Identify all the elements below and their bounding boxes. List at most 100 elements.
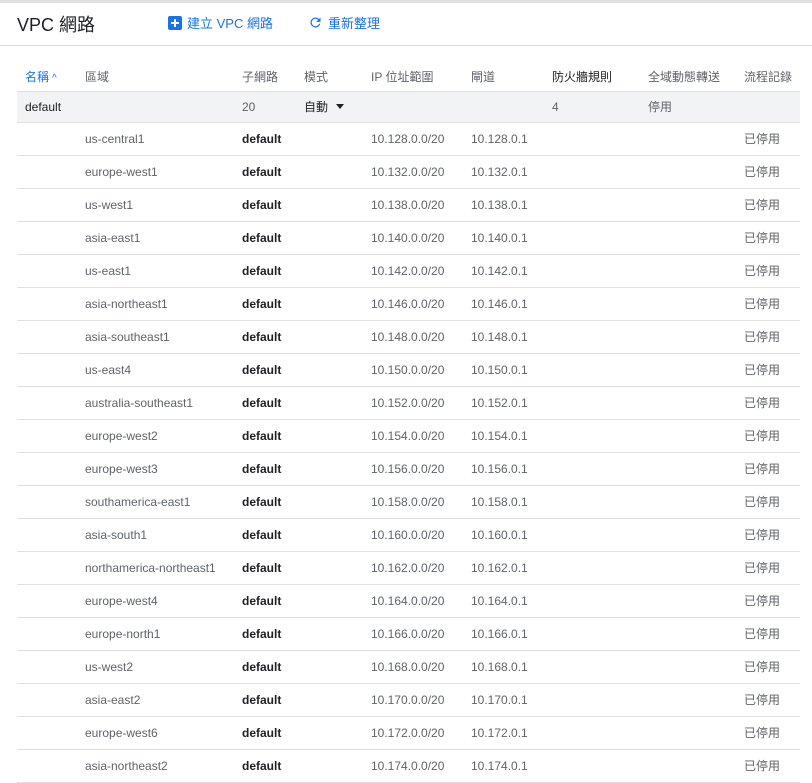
subnet-row: europe-west2 default 10.154.0.0/20 10.154.0… [17, 420, 800, 453]
subnet-gateway: 10.156.0.1 [471, 462, 528, 476]
subnet-flow-logs: 已停用 [744, 495, 781, 509]
subnet-row: europe-north1 default 10.166.0.0/20 10.166.… [17, 618, 800, 651]
subnet-region: asia-southeast1 [85, 330, 170, 344]
subnet-flow-logs: 已停用 [744, 165, 781, 179]
subnet-name-link[interactable]: default [242, 255, 281, 287]
subnet-flow-logs: 已停用 [744, 561, 781, 575]
subnet-gateway: 10.170.0.1 [471, 693, 528, 707]
network-global-routing: 停用 [648, 100, 673, 114]
create-vpc-network-label: 建立 VPC 網路 [187, 16, 273, 31]
subnet-name-link[interactable]: default [242, 717, 281, 749]
subnet-gateway: 10.154.0.1 [471, 429, 528, 443]
subnet-name-link[interactable]: default [242, 189, 281, 221]
subnet-gateway: 10.138.0.1 [471, 198, 528, 212]
subnet-region: asia-east1 [85, 231, 141, 245]
subnet-row: australia-southeast1 default 10.152.0.0/20… [17, 387, 800, 420]
subnet-region: southamerica-east1 [85, 495, 191, 509]
subnet-gateway: 10.152.0.1 [471, 396, 528, 410]
subnet-name-link[interactable]: default [242, 684, 281, 716]
subnet-row: us-west2 default 10.168.0.0/20 10.168.0.1 已停… [17, 651, 800, 684]
subnet-row: us-east4 default 10.150.0.0/20 10.150.0.1 已停… [17, 354, 800, 387]
subnet-name-link[interactable]: default [242, 354, 281, 386]
subnet-region: us-west2 [85, 660, 134, 674]
subnet-name-link[interactable]: default [242, 387, 281, 419]
subnet-ip-range: 10.172.0.0/20 [371, 726, 445, 740]
column-header-name[interactable]: 名稱 ^ [25, 64, 57, 92]
subnet-name-link[interactable]: default [242, 420, 281, 452]
subnet-flow-logs: 已停用 [744, 759, 781, 773]
column-header-global-routing: 全域動態轉送 [648, 70, 721, 84]
subnet-ip-range: 10.154.0.0/20 [371, 429, 445, 443]
subnet-name-link[interactable]: default [242, 453, 281, 485]
add-box-icon [168, 15, 182, 30]
subnet-name-link[interactable]: default [242, 651, 281, 683]
subnet-row: northamerica-northeast1 default 10.162.0.0… [17, 552, 800, 585]
table-header: 名稱 ^ 區域 子網路 模式 IP 位址範圍 閘道 防火牆規則 全域動態轉送 流程… [17, 64, 800, 92]
subnet-ip-range: 10.146.0.0/20 [371, 297, 445, 311]
column-header-mode: 模式 [304, 70, 329, 84]
subnet-row: asia-east2 default 10.170.0.0/20 10.170.0.1… [17, 684, 800, 717]
subnet-gateway: 10.174.0.1 [471, 759, 528, 773]
column-header-name-label: 名稱 [25, 70, 50, 84]
subnet-flow-logs: 已停用 [744, 264, 781, 278]
subnet-name-link[interactable]: default [242, 618, 281, 650]
subnet-gateway: 10.160.0.1 [471, 528, 528, 542]
subnet-gateway: 10.162.0.1 [471, 561, 528, 575]
column-header-ip-range: IP 位址範圍 [371, 70, 434, 84]
network-firewall-rules-link[interactable]: 4 [552, 92, 559, 122]
create-vpc-network-button[interactable]: 建立 VPC 網路 [168, 13, 273, 32]
subnet-ip-range: 10.132.0.0/20 [371, 165, 445, 179]
subnet-region: asia-northeast2 [85, 759, 168, 773]
subnet-name-link[interactable]: default [242, 288, 281, 320]
subnet-flow-logs: 已停用 [744, 231, 781, 245]
subnet-region: us-west1 [85, 198, 134, 212]
subnet-row: southamerica-east1 default 10.158.0.0/20 10… [17, 486, 800, 519]
refresh-icon [310, 17, 321, 28]
subnet-ip-range: 10.150.0.0/20 [371, 363, 445, 377]
subnet-ip-range: 10.164.0.0/20 [371, 594, 445, 608]
vpc-networks-table: 名稱 ^ 區域 子網路 模式 IP 位址範圍 閘道 防火牆規則 全域動態轉送 流程… [17, 64, 800, 783]
subnet-ip-range: 10.142.0.0/20 [371, 264, 445, 278]
subnet-flow-logs: 已停用 [744, 462, 781, 476]
subnet-row: us-east1 default 10.142.0.0/20 10.142.0.1 已停… [17, 255, 800, 288]
subnet-region: europe-west1 [85, 165, 158, 179]
subnet-row: us-central1 default 10.128.0.0/20 10.128.0.… [17, 123, 800, 156]
subnet-region: us-east1 [85, 264, 132, 278]
subnet-row: europe-west6 default 10.172.0.0/20 10.172.0… [17, 717, 800, 750]
column-header-region: 區域 [85, 70, 110, 84]
subnet-gateway: 10.148.0.1 [471, 330, 528, 344]
subnet-name-link[interactable]: default [242, 321, 281, 353]
subnet-name-link[interactable]: default [242, 519, 281, 551]
subnet-region: europe-west4 [85, 594, 158, 608]
subnet-name-link[interactable]: default [242, 552, 281, 584]
subnet-flow-logs: 已停用 [744, 627, 781, 641]
subnet-ip-range: 10.170.0.0/20 [371, 693, 445, 707]
subnet-name-link[interactable]: default [242, 486, 281, 518]
subnet-row: europe-west3 default 10.156.0.0/20 10.156.0… [17, 453, 800, 486]
subnet-flow-logs: 已停用 [744, 330, 781, 344]
subnet-name-link[interactable]: default [242, 585, 281, 617]
subnet-name-link[interactable]: default [242, 750, 281, 782]
refresh-button[interactable]: 重新整理 [308, 13, 380, 32]
subnet-region: europe-west2 [85, 429, 158, 443]
subnet-name-link[interactable]: default [242, 222, 281, 254]
subnet-ip-range: 10.140.0.0/20 [371, 231, 445, 245]
network-subnet-count: 20 [242, 100, 256, 114]
subnet-ip-range: 10.128.0.0/20 [371, 132, 445, 146]
subnet-ip-range: 10.166.0.0/20 [371, 627, 445, 641]
network-mode-dropdown[interactable]: 自動 [304, 92, 345, 122]
subnet-ip-range: 10.156.0.0/20 [371, 462, 445, 476]
network-row: default 20 自動 4 停用 [17, 92, 800, 123]
column-header-gateway: 閘道 [471, 70, 496, 84]
subnet-name-link[interactable]: default [242, 156, 281, 188]
subnet-gateway: 10.142.0.1 [471, 264, 528, 278]
subnet-gateway: 10.166.0.1 [471, 627, 528, 641]
subnet-flow-logs: 已停用 [744, 594, 781, 608]
subnet-row: asia-south1 default 10.160.0.0/20 10.160.0.… [17, 519, 800, 552]
subnet-ip-range: 10.160.0.0/20 [371, 528, 445, 542]
network-name-link[interactable]: default [25, 92, 61, 122]
subnet-name-link[interactable]: default [242, 123, 281, 155]
subnet-flow-logs: 已停用 [744, 726, 781, 740]
subnet-region: us-central1 [85, 132, 145, 146]
column-header-firewall-rules: 防火牆規則 [552, 70, 613, 84]
